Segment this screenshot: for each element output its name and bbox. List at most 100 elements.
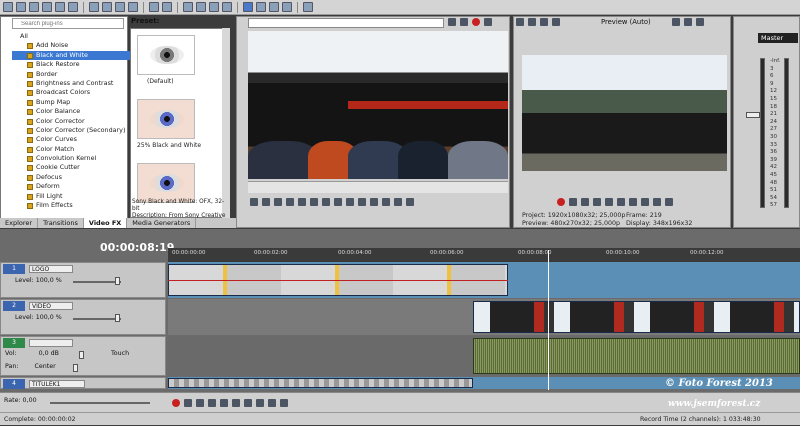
go-to-start-icon[interactable] xyxy=(244,399,252,407)
loop-icon[interactable] xyxy=(250,198,258,206)
preview-video-frame[interactable] xyxy=(522,55,727,171)
track-name[interactable] xyxy=(29,339,73,347)
save-as-icon[interactable] xyxy=(42,2,52,12)
track-header-titulek1[interactable]: 4 TITULEK1 xyxy=(0,377,166,389)
split-screen-icon[interactable] xyxy=(540,18,548,26)
preview-device-icon[interactable] xyxy=(528,18,536,26)
go-to-end-icon[interactable] xyxy=(641,198,649,206)
next-frame-icon[interactable] xyxy=(665,198,673,206)
preset-scrollbar[interactable] xyxy=(222,28,230,218)
trimmer-close-icon[interactable] xyxy=(472,18,480,26)
tree-item[interactable]: Color Balance xyxy=(12,107,130,116)
preset-thumb-third[interactable] xyxy=(137,163,195,203)
next-frame-icon[interactable] xyxy=(280,399,288,407)
insert-icon[interactable] xyxy=(370,198,378,206)
track-header-video[interactable]: 2 VIDEO Level: 100,0 % xyxy=(0,299,166,335)
overwrite-icon[interactable] xyxy=(382,198,390,206)
track-header-logo[interactable]: 1 LOGO Level: 100,0 % xyxy=(0,262,166,298)
new-project-icon[interactable] xyxy=(3,2,13,12)
tree-item[interactable]: Bump Map xyxy=(12,98,130,107)
tab-explorer[interactable]: Explorer xyxy=(0,218,39,228)
tree-item-selected[interactable]: Black and White xyxy=(12,50,130,61)
tree-item[interactable]: Brightness and Contrast xyxy=(12,79,130,88)
play-icon[interactable] xyxy=(593,198,601,206)
track-name[interactable]: TITULEK1 xyxy=(29,380,85,388)
play-icon[interactable] xyxy=(208,399,216,407)
previous-frame-icon[interactable] xyxy=(334,198,342,206)
audio-track-lane[interactable] xyxy=(168,336,800,376)
tab-video-fx[interactable]: Video FX xyxy=(83,218,128,228)
stop-icon[interactable] xyxy=(298,198,306,206)
stop-icon[interactable] xyxy=(232,399,240,407)
stop-icon[interactable] xyxy=(617,198,625,206)
trimmer-lightning-icon[interactable] xyxy=(460,18,468,26)
cut-icon[interactable] xyxy=(89,2,99,12)
open-icon[interactable] xyxy=(16,2,26,12)
tree-item[interactable]: Defocus xyxy=(12,173,130,182)
go-to-start-icon[interactable] xyxy=(310,198,318,206)
tree-item[interactable]: Border xyxy=(12,70,130,79)
add-to-timeline-icon[interactable] xyxy=(358,198,366,206)
preview-quality-select[interactable]: Preview (Auto) xyxy=(601,18,651,26)
ripple-edit-icon[interactable] xyxy=(222,2,232,12)
play-icon[interactable] xyxy=(274,198,282,206)
video-track-lane[interactable] xyxy=(168,299,800,335)
save-snapshot-icon[interactable] xyxy=(696,18,704,26)
trimmer-tool-icon[interactable] xyxy=(484,18,492,26)
redo-icon[interactable] xyxy=(162,2,172,12)
tree-item[interactable]: Color Corrector (Secondary) xyxy=(12,126,130,135)
lock-envelopes-icon[interactable] xyxy=(209,2,219,12)
previous-frame-icon[interactable] xyxy=(268,399,276,407)
delete-icon[interactable] xyxy=(128,2,138,12)
time-ruler[interactable]: 00:00:00:00 00:00:02:00 00:00:04:00 00:0… xyxy=(168,248,800,262)
tree-item[interactable]: Fill Light xyxy=(12,192,130,201)
pause-icon[interactable] xyxy=(286,198,294,206)
tree-item[interactable]: Add Noise xyxy=(12,41,130,50)
paste-icon[interactable] xyxy=(115,2,125,12)
trim-out-icon[interactable] xyxy=(406,198,414,206)
normal-edit-tool-icon[interactable] xyxy=(243,2,253,12)
trimmer-media-select[interactable] xyxy=(248,18,444,28)
tree-root-all[interactable]: All xyxy=(12,32,130,41)
preview-properties-icon[interactable] xyxy=(516,18,524,26)
playhead-cursor[interactable] xyxy=(548,250,549,390)
volume-knob[interactable] xyxy=(79,351,84,359)
trimmer-video-frame[interactable] xyxy=(248,31,508,179)
play-from-start-icon[interactable] xyxy=(262,198,270,206)
track-name[interactable]: VIDEO xyxy=(29,302,73,310)
overlays-icon[interactable] xyxy=(552,18,560,26)
tree-item[interactable]: Black Restore xyxy=(12,60,130,69)
tree-item[interactable]: Film Effects xyxy=(12,201,130,210)
tree-item[interactable]: Broadcast Colors xyxy=(12,88,130,97)
envelope-tool-icon[interactable] xyxy=(256,2,266,12)
trimmer-options-icon[interactable] xyxy=(448,18,456,26)
go-to-end-icon[interactable] xyxy=(322,198,330,206)
track-name[interactable]: LOGO xyxy=(29,265,73,273)
copy-snapshot-icon[interactable] xyxy=(684,18,692,26)
automation-mode[interactable]: Touch xyxy=(111,350,129,357)
tree-item[interactable]: Color Match xyxy=(12,145,130,154)
render-icon[interactable] xyxy=(55,2,65,12)
level-slider[interactable] xyxy=(73,281,121,283)
go-to-start-icon[interactable] xyxy=(629,198,637,206)
tree-item[interactable]: Convolution Kernel xyxy=(12,154,130,163)
record-icon[interactable] xyxy=(557,198,565,206)
tree-item[interactable]: Color Curves xyxy=(12,135,130,144)
properties-icon[interactable] xyxy=(68,2,78,12)
tree-item[interactable]: Deform xyxy=(12,182,130,191)
previous-frame-icon[interactable] xyxy=(653,198,661,206)
fade-envelope[interactable] xyxy=(168,280,508,281)
tab-media-generators[interactable]: Media Generators xyxy=(127,218,197,228)
logo-track-lane[interactable] xyxy=(168,262,800,298)
trim-in-icon[interactable] xyxy=(394,198,402,206)
level-slider[interactable] xyxy=(73,318,121,320)
tree-item[interactable]: Color Corrector xyxy=(12,117,130,126)
go-to-end-icon[interactable] xyxy=(256,399,264,407)
overlay-grid-icon[interactable] xyxy=(672,18,680,26)
plugin-search-input[interactable] xyxy=(12,18,124,29)
level-slider-knob[interactable] xyxy=(115,277,120,285)
what-is-this-help-icon[interactable] xyxy=(303,2,313,12)
title-clip[interactable] xyxy=(168,378,473,388)
tree-item[interactable]: Cookie Cutter xyxy=(12,163,130,172)
copy-icon[interactable] xyxy=(102,2,112,12)
